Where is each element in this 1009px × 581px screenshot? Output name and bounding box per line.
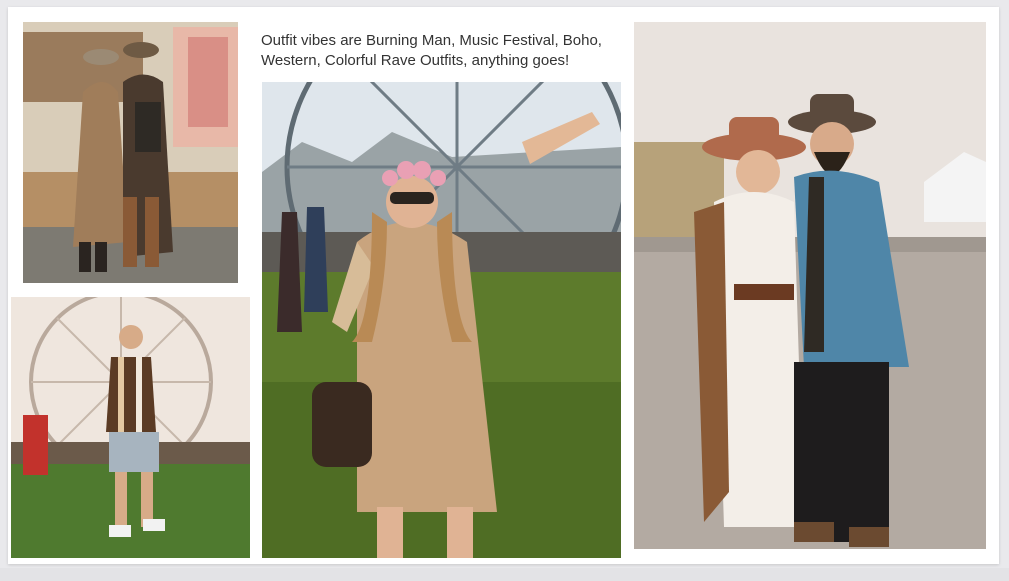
document-page: Outfit vibes are Burning Man, Music Fest…	[8, 7, 999, 564]
photo-couple-western	[634, 22, 986, 549]
outfit-caption: Outfit vibes are Burning Man, Music Fest…	[261, 32, 602, 69]
photo-woman-flower-crown	[262, 82, 621, 558]
photo-man-ferris-wheel	[11, 297, 250, 558]
bottom-bar	[0, 568, 1009, 581]
photo-two-women-boho	[23, 22, 238, 283]
